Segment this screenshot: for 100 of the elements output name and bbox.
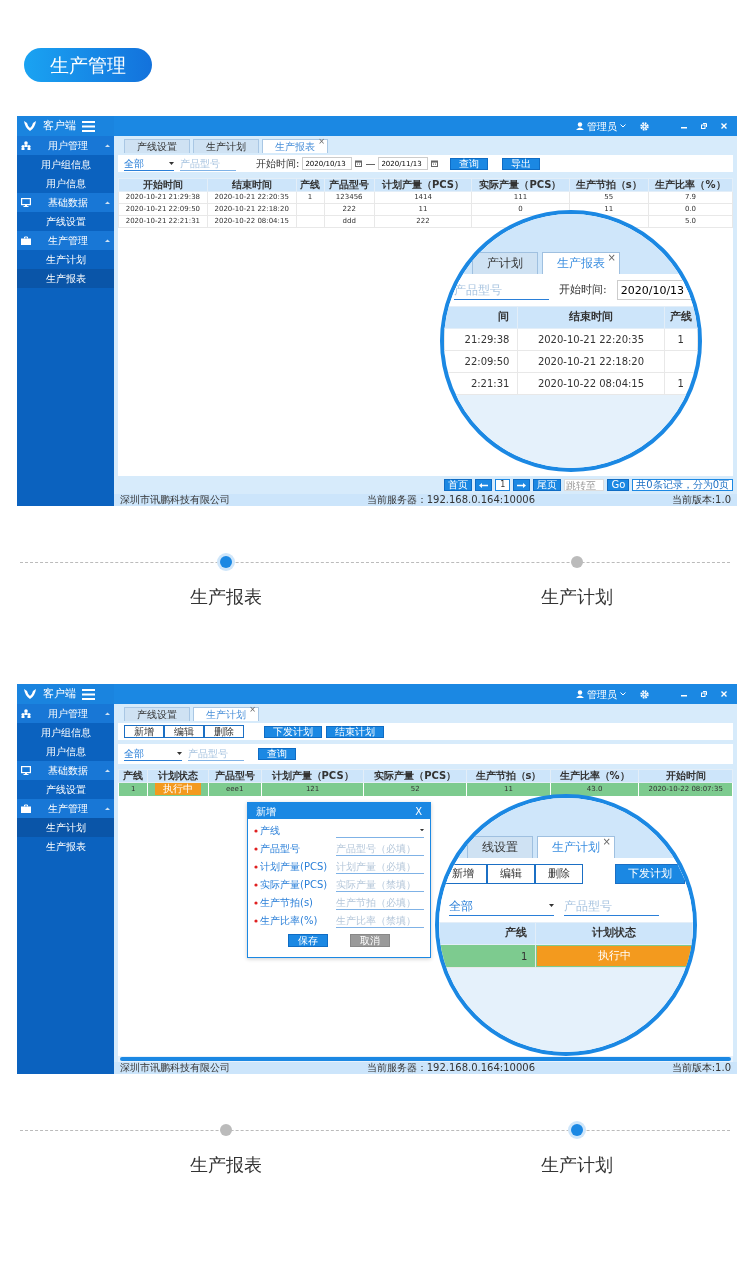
dropdown-caret-icon bbox=[169, 161, 174, 165]
tab[interactable]: 生产计划 bbox=[193, 139, 259, 153]
timeline-dot[interactable] bbox=[220, 1124, 232, 1136]
logo-icon bbox=[23, 120, 37, 132]
close-tab-button[interactable]: × bbox=[318, 138, 325, 146]
briefcase-icon bbox=[21, 236, 31, 245]
sidebar-group[interactable]: 用户管理 bbox=[17, 704, 114, 723]
arrow-right-icon bbox=[517, 482, 527, 488]
column-header: 产品型号 bbox=[208, 769, 262, 783]
tab[interactable]: 产线设置 bbox=[124, 707, 190, 721]
close-icon[interactable] bbox=[721, 691, 727, 697]
page-number-button[interactable]: 1 bbox=[495, 479, 511, 491]
toolbar-button[interactable]: 删除 bbox=[204, 725, 244, 738]
field-label: 生产节拍(s) bbox=[260, 896, 314, 910]
product-model-field[interactable]: 产品型号 bbox=[188, 747, 244, 761]
previous-page-button[interactable] bbox=[475, 479, 493, 491]
user-menu[interactable]: 管理员 bbox=[576, 118, 626, 134]
sidebar-item[interactable]: 生产报表 bbox=[17, 269, 114, 288]
close-tab-button[interactable]: × bbox=[602, 837, 611, 847]
product-model-field[interactable]: 产品型号 bbox=[180, 156, 236, 171]
toolbar-button[interactable]: 下发计划 bbox=[264, 725, 322, 738]
timeline-dot[interactable] bbox=[571, 556, 583, 568]
toolbar-button[interactable]: 结束计划 bbox=[326, 725, 384, 738]
select-field[interactable]: 全部 bbox=[124, 156, 174, 171]
field-label: 产品型号 bbox=[260, 842, 301, 856]
tab[interactable]: 生产报表 × bbox=[262, 139, 328, 153]
people-icon bbox=[21, 709, 31, 718]
search-button[interactable]: 查询 bbox=[258, 748, 296, 760]
toolbar-button[interactable]: 下发计划 bbox=[615, 864, 685, 884]
product-model-field[interactable]: 产品型号 bbox=[454, 280, 549, 300]
first-page-button[interactable]: 首页 bbox=[444, 479, 473, 491]
select-field[interactable]: 全部 bbox=[449, 896, 554, 916]
timeline-dot[interactable] bbox=[571, 1124, 583, 1136]
input-field[interactable]: 产品型号（必填） bbox=[336, 841, 424, 856]
tab[interactable]: 产计划 bbox=[472, 252, 538, 274]
sidebar-item[interactable]: 生产计划 bbox=[17, 818, 114, 837]
next-page-button[interactable] bbox=[513, 479, 531, 491]
toolbar-button[interactable]: 编辑 bbox=[164, 725, 204, 738]
timeline-label[interactable]: 生产计划 bbox=[541, 1151, 613, 1178]
tab[interactable]: 线设置 bbox=[467, 836, 533, 858]
sidebar-group[interactable]: 基础数据 bbox=[17, 193, 114, 212]
input-field[interactable]: 实际产量（禁填） bbox=[336, 877, 424, 892]
column-header: 产线 bbox=[118, 769, 148, 783]
timeline-label[interactable]: 生产报表 bbox=[190, 583, 262, 610]
server-address: 当前服务器：192.168.0.164:10006 bbox=[366, 494, 536, 506]
dropdown-caret-icon bbox=[420, 828, 424, 832]
column-header: 产线 bbox=[439, 922, 536, 945]
page-jump-field[interactable]: 跳转至 bbox=[564, 479, 605, 491]
column-header: 计划产量（PCS） bbox=[374, 178, 472, 192]
close-icon[interactable] bbox=[721, 123, 727, 129]
input-field[interactable]: 生产比率（禁填） bbox=[336, 913, 424, 928]
column-header: 产线 bbox=[664, 306, 698, 329]
chevron-up-icon bbox=[105, 769, 110, 772]
save-button[interactable]: 保存 bbox=[288, 934, 328, 947]
tab[interactable]: 生产计划 × bbox=[193, 707, 259, 721]
column-header: 间 bbox=[444, 306, 518, 329]
export-button[interactable]: 导出 bbox=[502, 157, 541, 170]
menu-icon[interactable] bbox=[82, 688, 95, 700]
menu-icon[interactable] bbox=[82, 120, 95, 132]
tab[interactable]: 生产计划 × bbox=[537, 836, 615, 858]
go-button[interactable]: Go bbox=[607, 479, 630, 491]
close-button[interactable]: X bbox=[415, 803, 422, 819]
last-page-button[interactable]: 尾页 bbox=[533, 479, 562, 491]
table-cell: 2020-10-22 08:04:15 bbox=[517, 372, 665, 395]
tab[interactable]: 产线设置 bbox=[124, 139, 190, 153]
column-header: 计划状态 bbox=[535, 922, 693, 945]
toolbar-button[interactable]: 删除 bbox=[535, 864, 583, 884]
toolbar-button[interactable]: 新增 bbox=[124, 725, 164, 738]
user-menu[interactable]: 管理员 bbox=[576, 686, 626, 702]
section-title: 生产管理 bbox=[24, 48, 152, 82]
close-tab-button[interactable]: × bbox=[607, 253, 616, 263]
table-cell: 1 bbox=[439, 944, 536, 968]
select-field[interactable]: 全部 bbox=[124, 747, 182, 761]
close-tab-button[interactable]: × bbox=[249, 706, 256, 714]
timeline-dot[interactable] bbox=[220, 556, 232, 568]
restore-icon[interactable] bbox=[701, 123, 707, 129]
table-cell: 2020-10-21 22:20:35 bbox=[517, 328, 665, 351]
search-button[interactable]: 查询 bbox=[450, 157, 489, 170]
settings-icon[interactable] bbox=[640, 121, 649, 131]
chevron-up-icon bbox=[105, 201, 110, 204]
version-text: 当前版本:1.0 bbox=[671, 494, 731, 506]
date-separator: — bbox=[365, 157, 376, 171]
settings-icon[interactable] bbox=[640, 689, 649, 699]
sidebar-group[interactable]: 基础数据 bbox=[17, 761, 114, 780]
input-field[interactable]: 计划产量（必填） bbox=[336, 859, 424, 874]
tab[interactable]: 生产报表 × bbox=[542, 252, 620, 274]
toolbar-button[interactable]: 编辑 bbox=[487, 864, 535, 884]
dialog-title: 新增 bbox=[256, 804, 276, 819]
timeline-label[interactable]: 生产计划 bbox=[541, 583, 613, 610]
sidebar-group[interactable]: 生产管理 bbox=[17, 799, 114, 818]
input-field[interactable]: 生产节拍（必填） bbox=[336, 895, 424, 910]
sidebar-group[interactable]: 用户管理 bbox=[17, 136, 114, 155]
sidebar-group[interactable]: 生产管理 bbox=[17, 231, 114, 250]
horizontal-scrollbar[interactable] bbox=[118, 1056, 733, 1062]
chevron-up-icon bbox=[105, 239, 110, 242]
column-header: 开始时间 bbox=[118, 178, 208, 192]
table-cell: 21:29:38 bbox=[444, 328, 518, 351]
arrow-left-icon bbox=[479, 482, 489, 488]
timeline-label[interactable]: 生产报表 bbox=[190, 1151, 262, 1178]
restore-icon[interactable] bbox=[701, 691, 707, 697]
